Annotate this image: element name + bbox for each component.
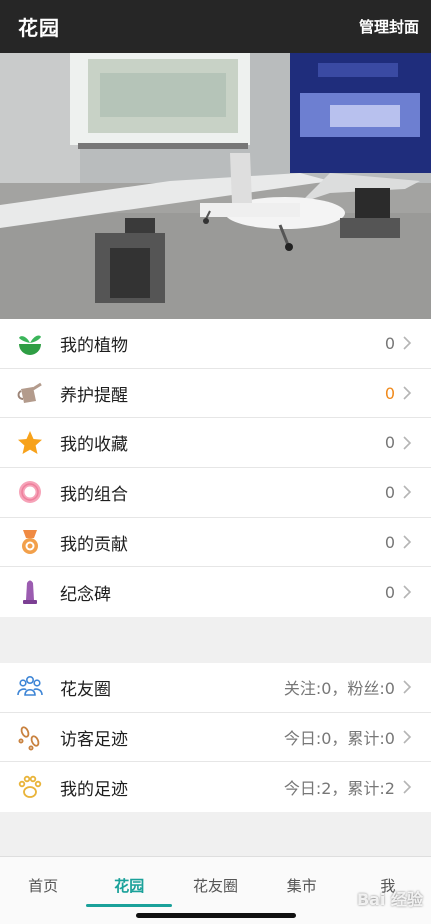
tab-garden[interactable]: 花园 xyxy=(86,857,173,913)
chevron-right-icon xyxy=(399,584,415,600)
menu-item-combinations[interactable]: 我的组合 0 xyxy=(0,468,431,518)
menu-item-label: 我的贡献 xyxy=(60,534,128,555)
manage-cover-button[interactable]: 管理封面 xyxy=(359,16,419,37)
tab-market[interactable]: 集市 xyxy=(259,857,345,913)
cover-image xyxy=(0,53,431,319)
header-bar: 花园 管理封面 xyxy=(0,0,431,53)
menu-item-care-reminder[interactable]: 养护提醒 0 xyxy=(0,369,431,419)
watering-can-icon xyxy=(16,379,44,407)
chevron-right-icon xyxy=(399,484,415,500)
chevron-right-icon xyxy=(399,385,415,401)
menu-item-visitor-footprints[interactable]: 访客足迹 今日:0，累计:0 xyxy=(0,713,431,763)
section-divider xyxy=(0,812,431,856)
medal-icon xyxy=(16,528,44,556)
section-divider xyxy=(0,617,431,663)
paw-icon xyxy=(16,773,44,801)
tab-friends-circle[interactable]: 花友圈 xyxy=(172,857,258,913)
menu-item-my-plants[interactable]: 我的植物 0 xyxy=(0,319,431,369)
cover-illustration xyxy=(0,53,431,319)
chevron-right-icon xyxy=(399,534,415,550)
page-title: 花园 xyxy=(18,16,60,40)
menu-item-label: 花友圈 xyxy=(60,679,111,700)
menu-item-label: 纪念碑 xyxy=(60,584,111,605)
tab-home[interactable]: 首页 xyxy=(0,857,86,913)
chevron-right-icon xyxy=(399,679,415,695)
menu-item-label: 我的组合 xyxy=(60,484,128,505)
menu-item-count: 0 xyxy=(384,383,395,403)
menu-item-count: 0 xyxy=(384,333,395,353)
sprout-icon xyxy=(16,329,44,357)
garden-menu-list: 我的植物 0 养护提醒 0 我的收藏 0 我的组合 0 我的贡献 0 纪念碑 0 xyxy=(0,319,431,618)
bottom-tab-bar: 首页 花园 花友圈 集市 我 Bai 经验 xyxy=(0,856,431,924)
chevron-right-icon xyxy=(399,779,415,795)
footprints-icon xyxy=(16,723,44,751)
social-menu-list: 花友圈 关注:0，粉丝:0 访客足迹 今日:0，累计:0 我的足迹 今日:2，累… xyxy=(0,663,431,813)
menu-item-count: 0 xyxy=(384,532,395,552)
menu-item-label: 访客足迹 xyxy=(60,729,128,750)
menu-item-friends-circle[interactable]: 花友圈 关注:0，粉丝:0 xyxy=(0,663,431,713)
friends-icon xyxy=(16,673,44,701)
menu-item-count: 0 xyxy=(384,482,395,502)
watermark: Bai 经验 xyxy=(356,890,423,909)
menu-item-label: 养护提醒 xyxy=(60,385,128,406)
star-icon xyxy=(16,429,44,457)
menu-item-my-footprints[interactable]: 我的足迹 今日:2，累计:2 xyxy=(0,762,431,812)
monument-icon xyxy=(16,578,44,606)
menu-item-favorites[interactable]: 我的收藏 0 xyxy=(0,418,431,469)
chevron-right-icon xyxy=(399,435,415,451)
menu-item-count: 0 xyxy=(384,433,395,453)
follow-stats: 关注:0，粉丝:0 xyxy=(283,679,395,699)
visitor-stats: 今日:0，累计:0 xyxy=(283,729,395,749)
menu-item-label: 我的足迹 xyxy=(60,779,128,800)
menu-item-count: 0 xyxy=(384,582,395,602)
menu-item-monument[interactable]: 纪念碑 0 xyxy=(0,567,431,617)
menu-item-contributions[interactable]: 我的贡献 0 xyxy=(0,518,431,568)
menu-item-label: 我的植物 xyxy=(60,335,128,356)
menu-item-label: 我的收藏 xyxy=(60,435,128,456)
chevron-right-icon xyxy=(399,335,415,351)
ring-icon xyxy=(16,478,44,506)
home-indicator xyxy=(136,913,296,918)
footprint-stats: 今日:2，累计:2 xyxy=(283,779,395,799)
chevron-right-icon xyxy=(399,729,415,745)
